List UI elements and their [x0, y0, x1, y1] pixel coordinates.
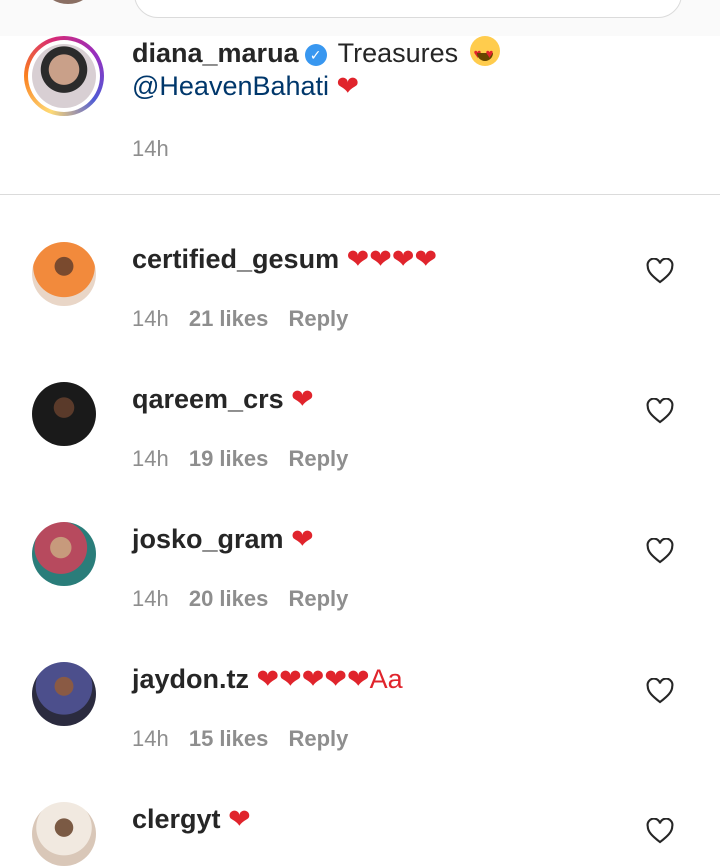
comment-likes[interactable]: 21 likes	[189, 306, 269, 331]
comment-username[interactable]: josko_gram	[132, 524, 284, 554]
caption-line: diana_marua ✓ Treasures	[132, 36, 500, 69]
comment-text-line: josko_gram ❤	[132, 522, 314, 556]
comment-meta: 14h 21 likes Reply	[132, 306, 362, 332]
top-bar	[0, 0, 720, 37]
comment-body: ❤❤❤❤	[346, 244, 438, 274]
caption-heart-emoji: ❤	[336, 71, 360, 101]
like-heart-icon[interactable]	[646, 678, 674, 704]
caption-mention-line: @HeavenBahati ❤	[132, 71, 359, 101]
comment-body: ❤	[291, 524, 314, 554]
caption-mention[interactable]: @HeavenBahati	[132, 71, 329, 101]
comment-text-line: qareem_crs ❤	[132, 382, 314, 416]
commenter-avatar[interactable]	[32, 522, 96, 586]
reply-button[interactable]: Reply	[288, 586, 348, 611]
verified-badge-icon: ✓	[304, 44, 327, 66]
comment-body: ❤❤❤❤❤Aa	[256, 664, 403, 694]
comment-row: certified_gesum ❤❤❤❤ 14h 21 likes Reply	[0, 242, 720, 382]
commenter-avatar[interactable]	[32, 382, 96, 446]
comment-username[interactable]: certified_gesum	[132, 244, 339, 274]
comment-likes[interactable]: 19 likes	[189, 446, 269, 471]
comment-text-line: clergyt ❤	[132, 802, 251, 836]
comment-time: 14h	[132, 586, 169, 611]
commenter-avatar[interactable]	[32, 802, 96, 866]
comment-row: josko_gram ❤ 14h 20 likes Reply	[0, 522, 720, 662]
like-heart-icon[interactable]	[646, 258, 674, 284]
comment-body: ❤	[228, 804, 251, 834]
caption-avatar[interactable]	[24, 36, 104, 116]
comment-row: qareem_crs ❤ 14h 19 likes Reply	[0, 382, 720, 522]
comment-time: 14h	[132, 726, 169, 751]
current-user-avatar	[46, 0, 90, 4]
heart-eyes-emoji-icon	[469, 36, 500, 69]
comment-body: ❤	[291, 384, 314, 414]
comment-text-line: certified_gesum ❤❤❤❤	[132, 242, 437, 276]
comment-row: clergyt ❤	[0, 802, 720, 866]
comment-username[interactable]: clergyt	[132, 804, 221, 834]
comment-username[interactable]: jaydon.tz	[132, 664, 249, 694]
comment-meta: 14h 19 likes Reply	[132, 446, 362, 472]
commenter-avatar[interactable]	[32, 662, 96, 726]
reply-button[interactable]: Reply	[288, 306, 348, 331]
comment-meta: 14h 15 likes Reply	[132, 726, 362, 752]
commenter-avatar[interactable]	[32, 242, 96, 306]
comment-text-line: jaydon.tz ❤❤❤❤❤Aa	[132, 662, 403, 696]
comment-username[interactable]: qareem_crs	[132, 384, 284, 414]
comment-likes[interactable]: 15 likes	[189, 726, 269, 751]
post-caption: diana_marua✓ Treasures @HeavenBahati ❤ 1…	[0, 36, 720, 195]
caption-timestamp: 14h	[132, 136, 169, 161]
like-heart-icon[interactable]	[646, 538, 674, 564]
like-heart-icon[interactable]	[646, 398, 674, 424]
comment-time: 14h	[132, 446, 169, 471]
add-comment-input[interactable]	[134, 0, 682, 18]
reply-button[interactable]: Reply	[288, 446, 348, 471]
comment-row: jaydon.tz ❤❤❤❤❤Aa 14h 15 likes Reply	[0, 662, 720, 802]
comment-meta: 14h 20 likes Reply	[132, 586, 362, 612]
reply-button[interactable]: Reply	[288, 726, 348, 751]
caption-username[interactable]: diana_marua	[132, 38, 299, 68]
like-heart-icon[interactable]	[646, 818, 674, 844]
comment-time: 14h	[132, 306, 169, 331]
caption-text: Treasures	[337, 38, 459, 68]
comment-likes[interactable]: 20 likes	[189, 586, 269, 611]
